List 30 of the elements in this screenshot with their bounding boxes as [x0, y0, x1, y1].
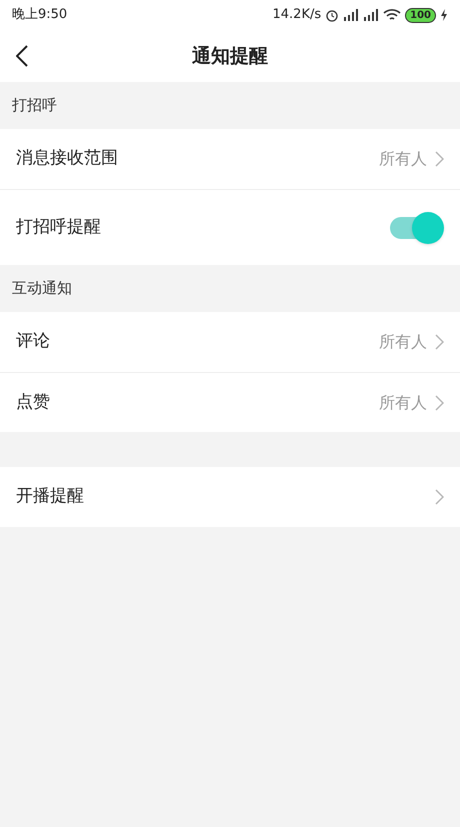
toggle-switch[interactable] [390, 210, 444, 244]
chevron-right-icon [435, 151, 444, 167]
signal-icon [343, 9, 360, 21]
row-value: 所有人 [379, 331, 427, 353]
charging-icon [440, 9, 448, 21]
wifi-icon [383, 8, 402, 22]
settings-row[interactable]: 评论 所有人 [0, 312, 460, 372]
settings-row[interactable]: 开播提醒 [0, 467, 460, 527]
signal-icon [363, 9, 380, 21]
row-value: 所有人 [379, 392, 427, 414]
section-header: 互动通知 [12, 278, 72, 300]
settings-row[interactable]: 点赞 所有人 [0, 372, 460, 432]
row-label: 开播提醒 [16, 485, 85, 508]
row-label: 评论 [16, 330, 51, 354]
chevron-right-icon [435, 489, 444, 505]
row-label: 点赞 [16, 390, 51, 414]
settings-row[interactable]: 打招呼提醒 [0, 189, 460, 265]
network-speed: 14.2K/s [272, 6, 322, 24]
alarm-icon [325, 8, 340, 22]
battery-level: 100 [405, 8, 436, 22]
chevron-right-icon [435, 394, 444, 410]
page-title: 通知提醒 [192, 44, 268, 69]
row-label: 消息接收范围 [16, 147, 119, 170]
back-icon[interactable] [16, 45, 28, 67]
status-time: 晚上9:50 [12, 6, 68, 24]
row-label: 打招呼提醒 [16, 216, 102, 239]
section-header: 打招呼 [12, 95, 57, 116]
settings-row[interactable]: 消息接收范围 所有人 [0, 129, 460, 189]
row-value: 所有人 [379, 148, 427, 170]
chevron-right-icon [435, 334, 444, 350]
